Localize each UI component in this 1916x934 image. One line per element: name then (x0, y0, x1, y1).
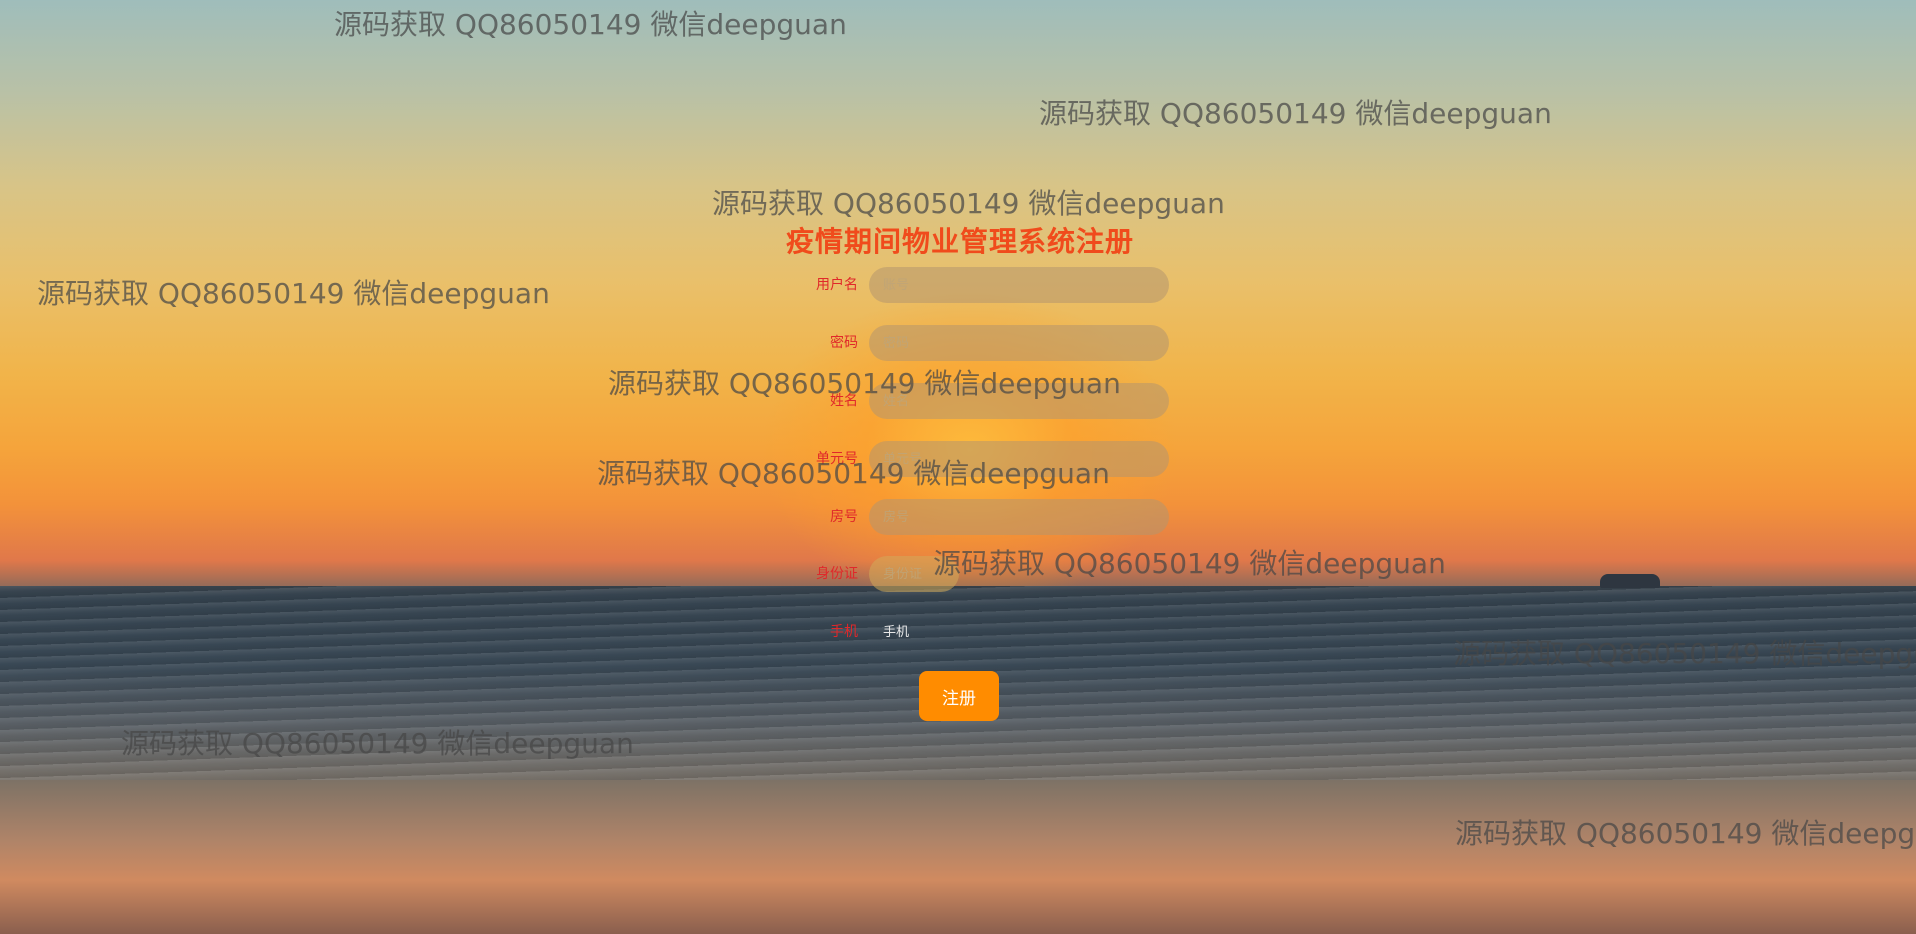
registration-page: 疫情期间物业管理系统注册 用户名 密码 姓名 单元号 房号 身份证 手机 (0, 0, 1916, 934)
register-button[interactable]: 注册 (919, 671, 999, 721)
rock-silhouette (1600, 574, 1660, 588)
phone-input[interactable] (869, 614, 1169, 650)
watermark-text: 源码获取 QQ86050149 微信deepguan (1453, 637, 1916, 670)
form-row-password: 密码 (740, 325, 1180, 361)
password-input[interactable] (869, 325, 1169, 361)
password-label: 密码 (830, 335, 858, 351)
shore-background (0, 780, 1916, 934)
room-input[interactable] (869, 499, 1169, 535)
watermark-text: 源码获取 QQ86050149 微信deepguan (1039, 97, 1552, 130)
room-label: 房号 (830, 509, 858, 525)
watermark-text: 源码获取 QQ86050149 微信deepguan (712, 187, 1225, 220)
watermark-text: 源码获取 QQ86050149 微信deepguan (334, 8, 847, 41)
watermark-text: 源码获取 QQ86050149 微信deepguan (37, 277, 550, 310)
form-row-phone: 手机 (740, 614, 1180, 650)
watermark-text: 源码获取 QQ86050149 微信deepguan (121, 727, 634, 760)
watermark-text: 源码获取 QQ86050149 微信deepguan (933, 547, 1446, 580)
username-input[interactable] (869, 267, 1169, 303)
idcard-label: 身份证 (816, 566, 858, 582)
page-title: 疫情期间物业管理系统注册 (785, 225, 1134, 258)
watermark-text: 源码获取 QQ86050149 微信deepguan (608, 367, 1121, 400)
watermark-text: 源码获取 QQ86050149 微信deepguan (597, 457, 1110, 490)
form-row-room: 房号 (740, 499, 1180, 535)
phone-label: 手机 (830, 624, 858, 640)
username-label: 用户名 (816, 277, 858, 293)
form-row-username: 用户名 (740, 267, 1180, 303)
watermark-text: 源码获取 QQ86050149 微信deepguan (1455, 817, 1916, 850)
